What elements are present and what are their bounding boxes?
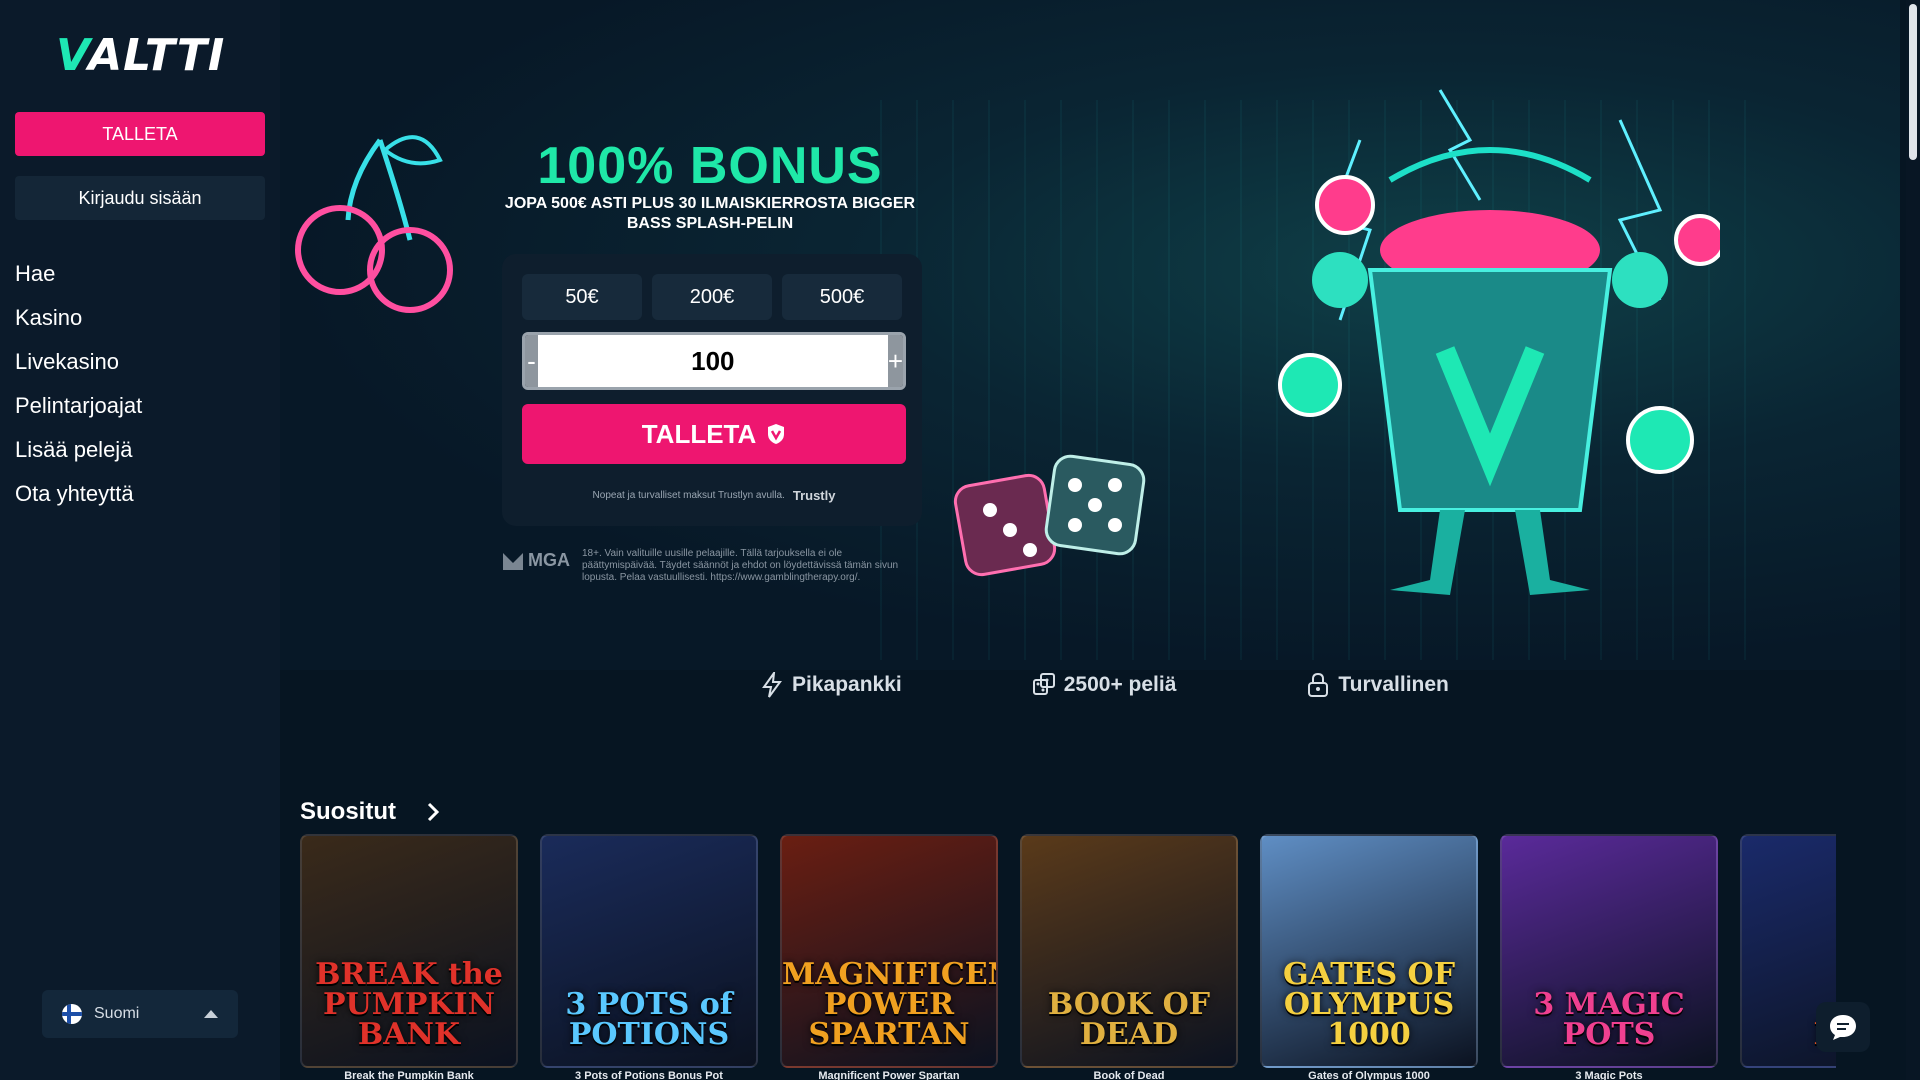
disclaimer-text: 18+. Vain valituille uusille pelaajille.… [582, 548, 899, 583]
game-logo-text: BOOK OF DEAD [1047, 987, 1211, 1052]
logo-text: ALTTI [88, 30, 226, 81]
game-tile[interactable]: 3 MAGIC POTS 3 Magic Pots [1500, 834, 1718, 1080]
game-title: Re... [1740, 1070, 1836, 1080]
lightning-icon [762, 672, 782, 698]
mga-mark-icon [503, 552, 523, 570]
amount-50-button[interactable]: 50€ [522, 274, 642, 320]
deposit-amount-input[interactable] [537, 335, 888, 387]
feature-game-count: 2500+ peliä [1032, 672, 1177, 698]
sidebar-item-casino[interactable]: Kasino [15, 300, 142, 344]
sidebar-item-more-games[interactable]: Lisää pelejä [15, 432, 142, 476]
game-title: Gates of Olympus 1000 [1308, 1070, 1430, 1080]
valtti-logo[interactable]: VALTTI [56, 34, 226, 78]
game-thumbnail[interactable]: 3 MAGIC POTS [1500, 834, 1718, 1068]
game-thumbnail[interactable]: MAGNIFICENT POWER SPARTAN [780, 834, 998, 1068]
deposit-card: 50€ 200€ 500€ - + TALLETA Nopeat ja turv… [502, 254, 922, 526]
language-label: Suomi [94, 1005, 140, 1022]
mga-logo: MGA [502, 550, 570, 571]
game-tile[interactable]: 3 POTS of POTIONS 3 Pots of Potions Bonus… [540, 834, 758, 1080]
feature-secure: Turvallinen [1306, 672, 1449, 698]
sidebar-nav: Hae Kasino Livekasino Pelintarjoajat Lis… [15, 256, 142, 520]
features-bar: Pikapankki 2500+ peliä Turvallinen [760, 672, 1449, 698]
game-thumbnail[interactable]: 3 POTS of POTIONS [540, 834, 758, 1068]
amount-stepper: - + [522, 332, 906, 390]
sidebar-item-contact[interactable]: Ota yhteyttä [15, 476, 142, 520]
feature-label: Pikapankki [792, 673, 902, 696]
shield-icon [768, 424, 785, 444]
game-tile[interactable]: BREAK the PUMPKIN BANK Break the Pumpkin … [300, 834, 518, 1080]
lock-icon [1308, 672, 1329, 697]
bucket-mascot-image [1278, 89, 1720, 595]
bonus-subline: JOPA 500€ ASTI PLUS 30 ILMAISKIERROSTA B… [504, 195, 916, 232]
sidebar-item-search[interactable]: Hae [15, 256, 142, 300]
game-thumbnail[interactable]: BOOK OF DEAD [1020, 834, 1238, 1068]
feature-label: 2500+ peliä [1063, 673, 1177, 696]
hero-banner: 100% BONUS JOPA 500€ ASTI PLUS 30 ILMAIS… [280, 0, 1900, 670]
feature-fast-bank: Pikapankki [760, 672, 902, 698]
trustly-logo: Trustly [792, 488, 836, 503]
page-scrollbar[interactable] [1906, 0, 1920, 1080]
trustly-note-text: Nopeat ja turvalliset maksut Trustlyn av… [592, 490, 785, 501]
sidebar: VALTTI TALLETA Kirjaudu sisään Hae Kasin… [0, 0, 280, 1080]
amount-500-button[interactable]: 500€ [782, 274, 902, 320]
game-thumbnail[interactable]: GATES OF OLYMPUS 1000 [1260, 834, 1478, 1068]
login-button[interactable]: Kirjaudu sisään [15, 176, 265, 220]
hero-deposit-label: TALLETA [641, 418, 757, 449]
feature-label: Turvallinen [1338, 673, 1449, 696]
game-logo-text: BREAK the PUMPKIN BANK [315, 957, 503, 1052]
popular-section-title: Suositut [300, 798, 396, 825]
sidebar-item-live-casino[interactable]: Livekasino [15, 344, 142, 388]
bonus-headline: 100% BONUS [537, 137, 883, 195]
chevron-right-icon[interactable] [426, 802, 440, 822]
dice-icon [1032, 673, 1055, 695]
trustly-note: Nopeat ja turvalliset maksut Trustlyn av… [522, 488, 906, 503]
finland-flag-icon [62, 1004, 82, 1024]
preset-amounts: 50€ 200€ 500€ [522, 274, 902, 320]
sidebar-deposit-button[interactable]: TALLETA [15, 112, 265, 156]
scrollbar-thumb[interactable] [1909, 4, 1917, 160]
game-tile[interactable]: BOOK OF DEAD Book of Dead [1020, 834, 1238, 1080]
popular-games-carousel: BREAK the PUMPKIN BANK Break the Pumpkin … [300, 834, 1836, 1080]
game-title: Magnificent Power Spartan [818, 1070, 960, 1080]
neon-cherry-icon [295, 135, 453, 313]
game-title: Break the Pumpkin Bank [344, 1070, 474, 1080]
sidebar-item-providers[interactable]: Pelintarjoajat [15, 388, 142, 432]
chat-bubble-icon [1830, 1015, 1856, 1040]
logo-v-mark: V [56, 30, 89, 81]
mga-disclaimer: MGA 18+. Vain valituille uusille pelaaji… [502, 548, 902, 584]
decrease-amount-button[interactable]: - [525, 335, 538, 387]
game-logo-text: 3 MAGIC POTS [1533, 987, 1685, 1052]
game-title: 3 Magic Pots [1575, 1070, 1643, 1080]
increase-amount-button[interactable]: + [887, 335, 903, 387]
game-title: Book of Dead [1093, 1070, 1165, 1080]
chat-button[interactable] [1816, 1002, 1870, 1052]
caret-up-icon [204, 1010, 218, 1018]
neon-dice-icon [953, 454, 1146, 577]
language-selector[interactable]: Suomi [42, 990, 238, 1038]
game-logo-text: GATES OF OLYMPUS 1000 [1283, 957, 1455, 1052]
amount-200-button[interactable]: 200€ [652, 274, 772, 320]
game-tile[interactable]: GATES OF OLYMPUS 1000 Gates of Olympus 10… [1260, 834, 1478, 1080]
game-logo-text: 3 POTS of POTIONS [565, 987, 733, 1052]
game-title: 3 Pots of Potions Bonus Pot [575, 1070, 723, 1080]
game-logo-text: MAGNIFICENT POWER SPARTAN [782, 957, 996, 1052]
game-thumbnail[interactable]: BREAK the PUMPKIN BANK [300, 834, 518, 1068]
mga-logo-text: MGA [528, 550, 570, 570]
popular-section-header[interactable]: Suositut [300, 798, 440, 826]
hero-deposit-button[interactable]: TALLETA [522, 404, 906, 464]
game-tile[interactable]: MAGNIFICENT POWER SPARTAN Magnificent Pow… [780, 834, 998, 1080]
